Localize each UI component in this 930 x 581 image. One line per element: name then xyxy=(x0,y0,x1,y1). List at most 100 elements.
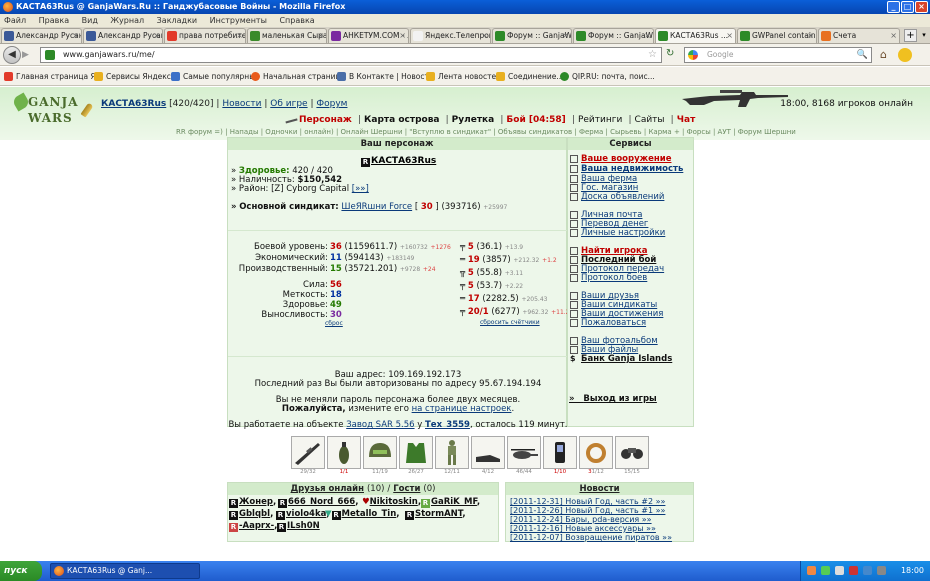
equip-slot-grenade[interactable]: 1/1 xyxy=(327,436,361,476)
bookmark-popular[interactable]: Самые популярные xyxy=(171,67,260,86)
equip-slot-helmet[interactable]: 11/19 xyxy=(363,436,397,476)
syndicate-link[interactable]: ШеЯRшни Force xyxy=(341,202,412,212)
guests-link[interactable]: Гости xyxy=(393,484,420,494)
friend-item[interactable]: R ILsh0N xyxy=(277,521,320,532)
settings-page-link[interactable]: на странице настроек xyxy=(412,404,512,414)
character-name-link[interactable]: R КАСТА63Rus xyxy=(361,156,436,167)
friend-item[interactable]: R -Aaprx-, xyxy=(229,521,277,532)
back-button[interactable]: ◀ xyxy=(3,46,21,64)
logout-link[interactable]: Выход из игры xyxy=(583,394,656,404)
news-item[interactable]: [2011-12-24] Бары, pda-версия »» xyxy=(510,515,652,524)
tab-close-icon[interactable]: × xyxy=(726,29,733,43)
friends-online-link[interactable]: Друзья онлайн xyxy=(291,484,364,494)
sub-navigation-links[interactable]: RR форум =) | Напады | Одночки | онлайн)… xyxy=(176,128,796,136)
nav-ratings[interactable]: Рейтинги xyxy=(578,115,622,125)
home-button[interactable]: ⌂ xyxy=(880,48,894,62)
tab-7[interactable]: Форум :: GanjaWa...× xyxy=(492,28,572,43)
service-board[interactable]: Доска объявлений xyxy=(569,192,664,202)
about-link[interactable]: Об игре xyxy=(270,99,307,109)
service-settings[interactable]: Личные настройки xyxy=(569,228,665,238)
extension-icon[interactable] xyxy=(898,48,912,62)
tray-volume-icon[interactable] xyxy=(835,566,844,575)
bookmark-yandex-services[interactable]: Сервисы Яндекса xyxy=(94,67,176,86)
equip-slot-device[interactable]: 15/15 xyxy=(615,436,649,476)
equip-slot-weapon[interactable]: 29/32 xyxy=(291,436,325,476)
tray-antivirus-icon[interactable] xyxy=(849,566,858,575)
friend-item[interactable]: R Gblqbl, xyxy=(229,509,273,520)
tab-close-icon[interactable]: × xyxy=(317,29,324,43)
tab-4[interactable]: маленькая Сырая...× xyxy=(247,28,327,43)
bookmark-vkontakte[interactable]: В Контакте | Новости xyxy=(337,67,434,86)
equip-slot-pants[interactable]: 12/11 xyxy=(435,436,469,476)
stats-reset-link[interactable]: сброс xyxy=(325,320,343,327)
bookmark-qip[interactable]: QIP.RU: почта, поис... xyxy=(560,67,655,86)
tab-11[interactable]: Счета × xyxy=(818,28,900,43)
forum-link[interactable]: Форум xyxy=(316,99,347,109)
equip-slot-phone[interactable]: 1/10 xyxy=(543,436,577,476)
menu-file[interactable]: Файл xyxy=(4,16,26,25)
menu-view[interactable]: Вид xyxy=(82,16,98,25)
menu-help[interactable]: Справка xyxy=(279,16,314,25)
tray-app-icon[interactable] xyxy=(863,566,872,575)
friend-item[interactable]: ▼ R Metallo_Tin, xyxy=(325,509,399,520)
bookmark-yandex-home[interactable]: Главная страница Я... xyxy=(4,67,103,86)
ganjawars-logo[interactable]: GANJA WARS xyxy=(11,92,94,133)
nav-roulette[interactable]: Рулетка xyxy=(452,115,495,125)
tab-9-active[interactable]: КАСТА63Rus ... × xyxy=(655,28,736,43)
taskbar-firefox-window[interactable]: КАСТА63Rus @ Ganj... xyxy=(50,563,200,579)
tray-network-icon[interactable] xyxy=(807,566,816,575)
bookmark-start-page[interactable]: Начальная страница xyxy=(251,67,345,86)
tab-6[interactable]: Яндекс.Телепрог...× xyxy=(410,28,491,43)
tab-close-icon[interactable]: × xyxy=(72,29,79,43)
nav-chat[interactable]: Чат xyxy=(677,115,696,125)
service-battle-log[interactable]: Протокол боев xyxy=(569,273,647,283)
news-item[interactable]: [2011-12-07] Возвращение пиратов »» xyxy=(510,533,672,542)
menu-bookmarks[interactable]: Закладки xyxy=(157,16,197,25)
tab-3[interactable]: права потребите...× xyxy=(164,28,246,43)
tray-icq-icon[interactable] xyxy=(821,566,830,575)
search-input[interactable]: Google 🔍 xyxy=(684,47,872,63)
news-title-link[interactable]: Новости xyxy=(579,484,619,494)
tab-close-icon[interactable]: × xyxy=(562,29,569,43)
tab-close-icon[interactable]: × xyxy=(890,29,897,43)
menu-history[interactable]: Журнал xyxy=(110,16,144,25)
reload-button[interactable]: ↻ xyxy=(666,48,678,62)
news-link[interactable]: Новости xyxy=(222,99,261,109)
news-item[interactable]: [2011-12-26] Новый Год, часть #1 »» xyxy=(510,506,665,515)
tab-list-button[interactable]: ▾ xyxy=(918,29,930,42)
nav-battle[interactable]: Бой [04:58] xyxy=(506,115,565,125)
minimize-button[interactable]: _ xyxy=(887,1,900,13)
equip-slot-transport[interactable]: 46/44 xyxy=(507,436,541,476)
maximize-button[interactable]: □ xyxy=(901,1,914,13)
bookmark-star-icon[interactable]: ☆ xyxy=(648,48,657,62)
tab-close-icon[interactable]: × xyxy=(644,29,651,43)
friend-item[interactable]: Rviolo4ka, xyxy=(276,509,330,520)
tab-2[interactable]: Александр Русан...× xyxy=(83,28,163,43)
url-input[interactable]: www.ganjawars.ru/me/ ☆ xyxy=(40,47,662,63)
tab-5[interactable]: АНКЕТУМ.COM - ... × xyxy=(328,28,409,43)
player-nick-link[interactable]: КАСТА63Rus xyxy=(101,99,166,109)
start-button[interactable]: пуск xyxy=(0,561,42,581)
tray-app-icon[interactable] xyxy=(877,566,886,575)
tab-10[interactable]: GWPanel container × xyxy=(737,28,817,43)
factory-owner-link[interactable]: Тех_3559 xyxy=(425,420,470,430)
tab-close-icon[interactable]: × xyxy=(236,29,243,43)
service-weapons[interactable]: Ваше вооружение xyxy=(569,154,671,164)
news-item[interactable]: [2011-12-16] Новые аксессуары »» xyxy=(510,524,656,533)
friend-item[interactable]: R GaRiK_MF, xyxy=(421,497,480,508)
equip-slot-boots[interactable]: 4/12 xyxy=(471,436,505,476)
nav-map[interactable]: Карта острова xyxy=(364,115,439,125)
skills-reset-link[interactable]: сбросить счётчики xyxy=(480,319,540,326)
bookmark-news-feed[interactable]: Лента новостей xyxy=(426,67,501,86)
menu-edit[interactable]: Правка xyxy=(39,16,69,25)
friend-item[interactable]: ♥Nikitoskin, xyxy=(362,497,421,507)
nav-sites[interactable]: Сайты xyxy=(635,115,665,125)
new-tab-button[interactable]: + xyxy=(904,29,917,42)
tab-close-icon[interactable]: × xyxy=(481,29,488,43)
search-icon[interactable]: 🔍 xyxy=(857,48,868,62)
equip-slot-ring[interactable]: 31/12 xyxy=(579,436,613,476)
news-item[interactable]: [2011-12-31] Новый Год, часть #2 »» xyxy=(510,497,665,506)
bookmark-connection[interactable]: Соединение... xyxy=(496,67,564,86)
tab-close-icon[interactable]: × xyxy=(807,29,814,43)
tab-close-icon[interactable]: × xyxy=(153,29,160,43)
